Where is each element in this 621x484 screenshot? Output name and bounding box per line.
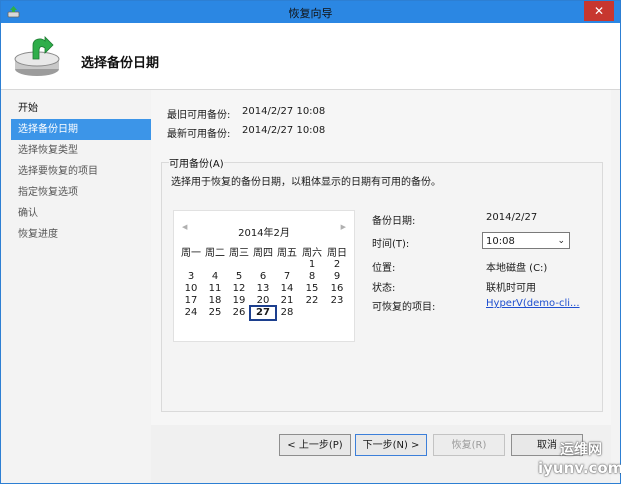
calendar-day[interactable]: 26: [227, 307, 251, 319]
oldest-backup-label: 最旧可用备份:: [167, 110, 231, 121]
calendar-day[interactable]: 15: [300, 283, 324, 295]
calendar-day[interactable]: 24: [179, 307, 203, 319]
backup-date-label: 备份日期:: [372, 216, 416, 227]
status-value: 联机时可用: [486, 283, 536, 294]
location-label: 位置:: [372, 263, 396, 274]
weekday-header: 周日: [327, 248, 347, 259]
calendar-day[interactable]: 28: [275, 307, 299, 319]
backup-calendar[interactable]: ◀ ▶ 2014年2月 周一 周二 周三 周四 周五 周六 周日 1 2 3 4 5 6 7 8 9 10 11 1…: [173, 210, 355, 342]
back-button[interactable]: < 上一步(P): [279, 434, 351, 456]
weekday-header: 周三: [229, 248, 249, 259]
watermark-line2: iyunv.com: [538, 459, 621, 477]
calendar-day[interactable]: 5: [227, 271, 251, 283]
group-description: 选择用于恢复的备份日期，以粗体显示的日期有可用的备份。: [171, 177, 441, 188]
window-title: 恢复向导: [288, 7, 333, 20]
step-progress: 恢复进度: [18, 229, 58, 240]
calendar-day[interactable]: 4: [203, 271, 227, 283]
calendar-day[interactable]: 23: [325, 295, 349, 307]
calendar-day[interactable]: 19: [227, 295, 251, 307]
weekday-header: 周六: [302, 248, 322, 259]
calendar-day[interactable]: 6: [251, 271, 275, 283]
calendar-day[interactable]: 22: [300, 295, 324, 307]
wizard-header: 选择备份日期: [1, 23, 620, 90]
location-value: 本地磁盘 (C:): [486, 263, 548, 274]
calendar-day[interactable]: 18: [203, 295, 227, 307]
calendar-day[interactable]: 9: [325, 271, 349, 283]
time-select[interactable]: 10:08 ⌄: [482, 232, 570, 249]
step-confirm: 确认: [18, 208, 38, 219]
calendar-day[interactable]: 10: [179, 283, 203, 295]
calendar-day[interactable]: 8: [300, 271, 324, 283]
calendar-day[interactable]: 25: [203, 307, 227, 319]
recover-button: 恢复(R): [433, 434, 505, 456]
close-icon: ✕: [593, 4, 605, 18]
oldest-backup-value: 2014/2/27 10:08: [242, 106, 326, 117]
step-recovery-options: 指定恢复选项: [18, 187, 78, 198]
newest-backup-value: 2014/2/27 10:08: [242, 125, 326, 136]
step-select-recovery-type: 选择恢复类型: [18, 145, 78, 156]
wizard-window: 恢复向导 ✕ 选择备份日期 开始 选择备份日期 选择恢复类型 选择要恢复的项目 …: [0, 0, 621, 484]
close-button[interactable]: ✕: [584, 1, 614, 21]
calendar-day[interactable]: 16: [325, 283, 349, 295]
chevron-down-icon: ⌄: [557, 236, 565, 246]
group-legend: 可用备份(A): [169, 155, 224, 170]
step-select-items: 选择要恢复的项目: [18, 166, 98, 177]
weekday-header: 周二: [205, 248, 225, 259]
recoverable-items-link[interactable]: HyperV(demo-cli...: [486, 298, 580, 309]
time-select-value: 10:08: [486, 236, 515, 247]
weekday-header: 周五: [277, 248, 297, 259]
backup-date-value: 2014/2/27: [486, 212, 538, 223]
title-bar[interactable]: 恢复向导 ✕: [1, 1, 620, 23]
calendar-day[interactable]: 7: [275, 271, 299, 283]
time-label: 时间(T):: [372, 239, 410, 250]
backup-drive-icon: [14, 36, 60, 76]
watermark-line1: 运维网: [560, 442, 602, 458]
newest-backup-label: 最新可用备份:: [167, 129, 231, 140]
calendar-day-selected[interactable]: 27: [249, 305, 277, 321]
page-title: 选择备份日期: [81, 56, 160, 71]
status-label: 状态:: [372, 283, 396, 294]
weekday-header: 周四: [253, 248, 273, 259]
calendar-day[interactable]: 14: [275, 283, 299, 295]
calendar-day[interactable]: 12: [227, 283, 251, 295]
wizard-steps: 开始 选择备份日期 选择恢复类型 选择要恢复的项目 指定恢复选项 确认 恢复进度: [11, 98, 151, 245]
calendar-day[interactable]: 3: [179, 271, 203, 283]
weekday-header: 周一: [181, 248, 201, 259]
step-select-backup-date: 选择备份日期: [11, 119, 151, 140]
recoverable-items-label: 可恢复的项目:: [372, 302, 436, 313]
step-start: 开始: [18, 103, 38, 114]
next-button[interactable]: 下一步(N) >: [355, 434, 427, 456]
calendar-month[interactable]: 2014年2月: [174, 224, 354, 239]
watermark: 运维网 iyunv.com: [518, 439, 621, 479]
calendar-day[interactable]: 11: [203, 283, 227, 295]
calendar-day[interactable]: 1: [300, 259, 324, 271]
calendar-day[interactable]: 21: [275, 295, 299, 307]
calendar-day[interactable]: 13: [251, 283, 275, 295]
calendar-day[interactable]: 2: [325, 259, 349, 271]
calendar-day[interactable]: 17: [179, 295, 203, 307]
